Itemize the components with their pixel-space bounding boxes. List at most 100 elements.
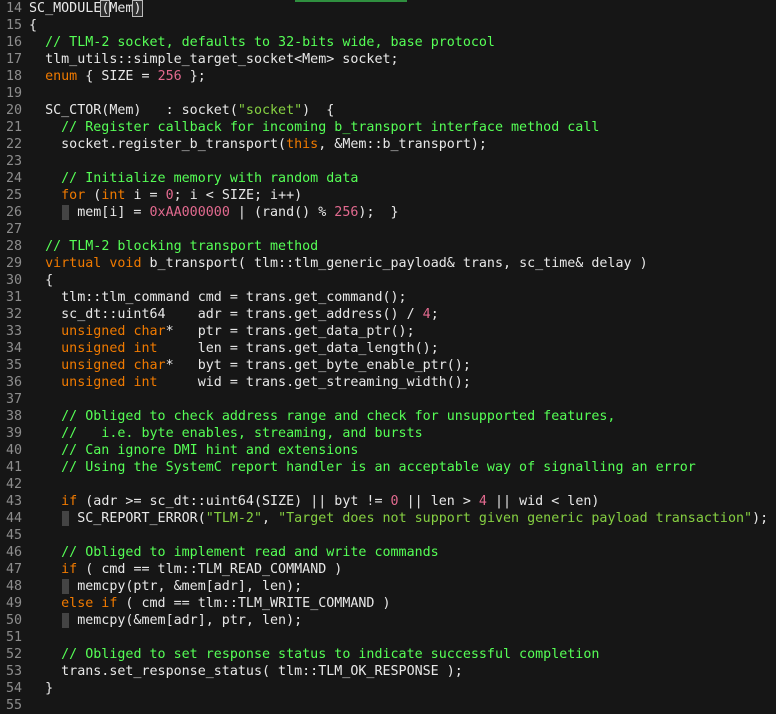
indent-guide bbox=[62, 511, 69, 526]
code-token: // Can ignore DMI hint and extensions bbox=[61, 443, 359, 458]
code-line[interactable]: 43 if (adr >= sc_dt::uint64(SIZE) || byt… bbox=[0, 493, 776, 510]
code-token: || wid < len) bbox=[486, 494, 600, 509]
code-line[interactable]: 41 // Using the SystemC report handler i… bbox=[0, 459, 776, 476]
code-line[interactable]: 50 memcpy(&mem[adr], ptr, len); bbox=[0, 612, 776, 629]
code-text: unsigned char* byt = trans.get_byte_enab… bbox=[29, 358, 471, 373]
code-text: if (adr >= sc_dt::uint64(SIZE) || byt !=… bbox=[29, 494, 599, 509]
code-line[interactable]: 17 tlm_utils::simple_target_socket<Mem> … bbox=[0, 51, 776, 68]
code-token: Mem bbox=[109, 1, 134, 16]
code-token: virtual void bbox=[45, 256, 142, 271]
code-token: { SIZE = bbox=[77, 69, 158, 84]
line-number: 36 bbox=[6, 375, 23, 390]
code-token: if bbox=[61, 494, 78, 509]
indent-guide bbox=[62, 205, 69, 220]
code-token: wid = trans.get_streaming_width(); bbox=[157, 375, 471, 390]
line-number: 42 bbox=[6, 477, 23, 492]
code-line[interactable]: 23 bbox=[0, 153, 776, 170]
code-line[interactable]: 15 { bbox=[0, 17, 776, 34]
code-editor[interactable]: 14 SC_MODULE(Mem) 15{16 // TLM-2 socket, d… bbox=[0, 0, 776, 714]
code-line[interactable]: 45 bbox=[0, 527, 776, 544]
code-token: ( bbox=[85, 188, 102, 203]
code-line[interactable]: 24 // Initialize memory with random data bbox=[0, 170, 776, 187]
code-text: enum { SIZE = 256 }; bbox=[29, 69, 206, 84]
code-line[interactable]: 21 // Register callback for incoming b_t… bbox=[0, 119, 776, 136]
line-number: 24 bbox=[6, 171, 23, 186]
code-line[interactable]: 46 // Obliged to implement read and writ… bbox=[0, 544, 776, 561]
code-text: { bbox=[29, 18, 37, 33]
code-text: // Register callback for incoming b_tran… bbox=[29, 120, 599, 135]
code-token: // Using the SystemC report handler is a… bbox=[61, 460, 696, 475]
code-token: unsigned int bbox=[61, 375, 158, 390]
code-line[interactable]: 31 tlm::tlm_command cmd = trans.get_comm… bbox=[0, 289, 776, 306]
code-token: // TLM-2 socket, defaults to 32-bits wid… bbox=[45, 35, 495, 50]
code-line[interactable]: 49 else if ( cmd == tlm::TLM_WRITE_COMMA… bbox=[0, 595, 776, 612]
code-token: // TLM-2 blocking transport method bbox=[45, 239, 319, 254]
code-line[interactable]: 20 SC_CTOR(Mem) : socket("socket") { bbox=[0, 102, 776, 119]
line-number: 32 bbox=[6, 307, 23, 322]
code-token: | (rand() % bbox=[229, 205, 335, 220]
code-line[interactable]: 14 SC_MODULE(Mem) bbox=[0, 0, 776, 17]
code-line[interactable]: 32 sc_dt::uint64 adr = trans.get_address… bbox=[0, 306, 776, 323]
code-token: memcpy(&mem[adr], ptr, len); bbox=[29, 613, 303, 628]
code-text: SC_CTOR(Mem) : socket("socket") { bbox=[29, 103, 334, 118]
code-line[interactable]: 29 virtual void b_transport( tlm::tlm_ge… bbox=[0, 255, 776, 272]
code-line[interactable]: 40 // Can ignore DMI hint and extensions bbox=[0, 442, 776, 459]
line-number: 40 bbox=[6, 443, 23, 458]
code-token: mem[i] = bbox=[29, 205, 150, 220]
code-line[interactable]: 48 memcpy(ptr, &mem[adr], len); bbox=[0, 578, 776, 595]
code-line[interactable]: 53 trans.set_response_status( tlm::TLM_O… bbox=[0, 663, 776, 680]
code-text: // Initialize memory with random data bbox=[29, 171, 358, 186]
code-token: // Obliged to set response status to ind… bbox=[61, 647, 600, 662]
code-line[interactable]: 42 bbox=[0, 476, 776, 493]
code-text: sc_dt::uint64 adr = trans.get_address() … bbox=[29, 307, 439, 322]
code-token: unsigned char bbox=[61, 358, 166, 373]
code-token: 256 bbox=[334, 205, 359, 220]
code-text: memcpy(&mem[adr], ptr, len); bbox=[29, 613, 302, 628]
line-number: 44 bbox=[6, 511, 23, 526]
code-line[interactable]: 28 // TLM-2 blocking transport method bbox=[0, 238, 776, 255]
code-token: // Obliged to check address range and ch… bbox=[61, 409, 616, 424]
line-number: 17 bbox=[6, 52, 23, 67]
line-number: 41 bbox=[6, 460, 23, 475]
line-number: 51 bbox=[6, 630, 23, 645]
code-text: unsigned char* ptr = trans.get_data_ptr(… bbox=[29, 324, 414, 339]
code-line[interactable]: 55 bbox=[0, 697, 776, 714]
line-number: 35 bbox=[6, 358, 23, 373]
code-line[interactable]: 22 socket.register_b_transport(this, &Me… bbox=[0, 136, 776, 153]
code-token: "Target does not support given generic p… bbox=[278, 511, 753, 526]
line-number: 20 bbox=[6, 103, 23, 118]
code-line[interactable]: 33 unsigned char* ptr = trans.get_data_p… bbox=[0, 323, 776, 340]
code-line[interactable]: 18 enum { SIZE = 256 }; bbox=[0, 68, 776, 85]
code-token: { bbox=[29, 18, 38, 33]
line-number: 38 bbox=[6, 409, 23, 424]
code-line[interactable]: 27 bbox=[0, 221, 776, 238]
code-text: } bbox=[29, 681, 53, 696]
code-line[interactable]: 30 { bbox=[0, 272, 776, 289]
code-text: else if ( cmd == tlm::TLM_WRITE_COMMAND … bbox=[29, 596, 390, 611]
code-line[interactable]: 37 bbox=[0, 391, 776, 408]
code-token: , bbox=[262, 511, 279, 526]
indent-guide bbox=[62, 579, 69, 594]
code-line[interactable]: 51 bbox=[0, 629, 776, 646]
code-token: ); bbox=[752, 511, 769, 526]
line-number: 37 bbox=[6, 392, 23, 407]
code-line[interactable]: 44 SC_REPORT_ERROR("TLM-2", "Target does… bbox=[0, 510, 776, 527]
code-line[interactable]: 26 mem[i] = 0xAA000000 | (rand() % 256);… bbox=[0, 204, 776, 221]
line-number: 45 bbox=[6, 528, 23, 543]
code-line[interactable]: 16 // TLM-2 socket, defaults to 32-bits … bbox=[0, 34, 776, 51]
code-token: socket.register_b_transport( bbox=[29, 137, 287, 152]
code-line[interactable]: 54 } bbox=[0, 680, 776, 697]
code-line[interactable]: 35 unsigned char* byt = trans.get_byte_e… bbox=[0, 357, 776, 374]
line-number: 39 bbox=[6, 426, 23, 441]
code-line[interactable]: 52 // Obliged to set response status to … bbox=[0, 646, 776, 663]
code-line[interactable]: 38 // Obliged to check address range and… bbox=[0, 408, 776, 425]
code-token: memcpy(ptr, &mem[adr], len); bbox=[29, 579, 303, 594]
code-line[interactable]: 34 unsigned int len = trans.get_data_len… bbox=[0, 340, 776, 357]
code-line[interactable]: 47 if ( cmd == tlm::TLM_READ_COMMAND ) bbox=[0, 561, 776, 578]
code-line[interactable]: 19 bbox=[0, 85, 776, 102]
line-number: 54 bbox=[6, 681, 23, 696]
code-line[interactable]: 39 // i.e. byte enables, streaming, and … bbox=[0, 425, 776, 442]
code-line[interactable]: 25 for (int i = 0; i < SIZE; i++) bbox=[0, 187, 776, 204]
code-line[interactable]: 36 unsigned int wid = trans.get_streamin… bbox=[0, 374, 776, 391]
